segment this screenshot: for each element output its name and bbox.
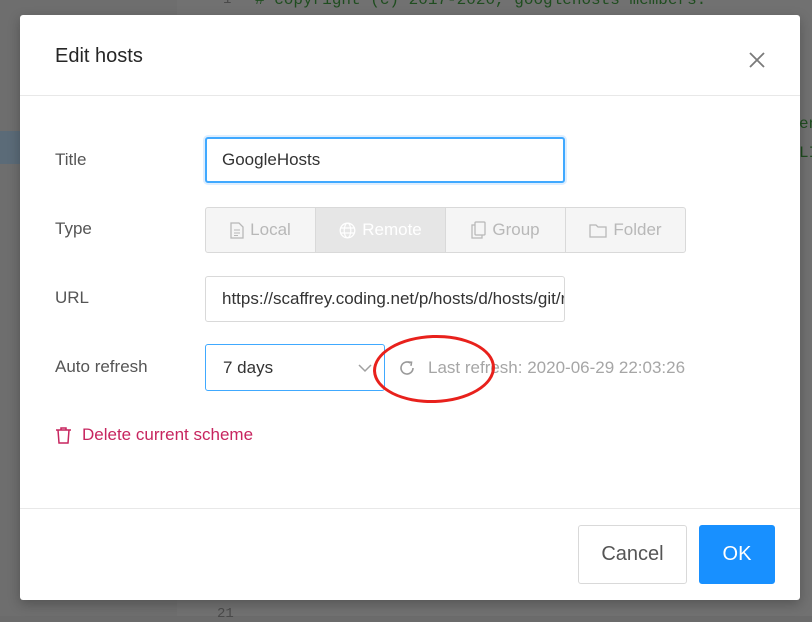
- type-option-folder[interactable]: Folder: [565, 207, 686, 253]
- type-radio-group: Local Remote Group Folder: [205, 207, 686, 253]
- background-line-number: 21: [217, 606, 234, 622]
- cancel-button[interactable]: Cancel: [578, 525, 687, 584]
- type-option-label: Group: [492, 220, 540, 239]
- delete-scheme-label: Delete current scheme: [82, 425, 254, 444]
- type-option-label: Folder: [613, 220, 662, 239]
- auto-refresh-selected-value: 7 days: [223, 358, 274, 377]
- url-input[interactable]: https://scaffrey.coding.net/p/hosts/d/ho…: [205, 276, 565, 322]
- background-line-number: 1: [223, 0, 232, 8]
- auto-refresh-select[interactable]: 7 days: [205, 344, 385, 391]
- refresh-icon[interactable]: [398, 359, 416, 377]
- type-option-label: Remote: [362, 220, 422, 239]
- dialog-title: Edit hosts: [55, 45, 143, 67]
- title-label: Title: [55, 150, 87, 169]
- auto-refresh-label: Auto refresh: [55, 357, 148, 376]
- chevron-down-icon: [358, 364, 372, 373]
- type-label: Type: [55, 219, 92, 238]
- title-input[interactable]: GoogleHosts: [205, 137, 565, 183]
- dialog-header: Edit hosts: [20, 15, 800, 96]
- background-code-fragment: LI: [799, 144, 812, 162]
- last-refresh-info: Last refresh: 2020-06-29 22:03:26: [398, 358, 685, 378]
- background-code-fragment: en: [799, 115, 812, 133]
- type-option-group[interactable]: Group: [445, 207, 566, 253]
- ok-button[interactable]: OK: [699, 525, 775, 584]
- dialog-footer: Cancel OK: [20, 508, 800, 600]
- type-option-remote[interactable]: Remote: [315, 207, 446, 253]
- globe-icon: [339, 222, 356, 238]
- folder-icon: [589, 223, 608, 238]
- delete-scheme-button[interactable]: Delete current scheme: [55, 425, 253, 445]
- background-code-line: # copyright (c) 2017-2020, googlehosts m…: [255, 0, 707, 9]
- type-option-label: Local: [250, 220, 291, 239]
- url-label: URL: [55, 288, 90, 307]
- close-button[interactable]: [745, 48, 769, 72]
- copy-icon: [471, 221, 487, 239]
- last-refresh-text: Last refresh: 2020-06-29 22:03:26: [428, 358, 686, 377]
- close-icon: [749, 52, 765, 68]
- edit-hosts-dialog: Edit hosts Title GoogleHosts Type Local …: [20, 15, 800, 600]
- file-icon: [230, 221, 244, 239]
- trash-icon: [56, 427, 71, 444]
- type-option-local[interactable]: Local: [205, 207, 316, 253]
- background-sidebar-selected-item: [0, 131, 20, 164]
